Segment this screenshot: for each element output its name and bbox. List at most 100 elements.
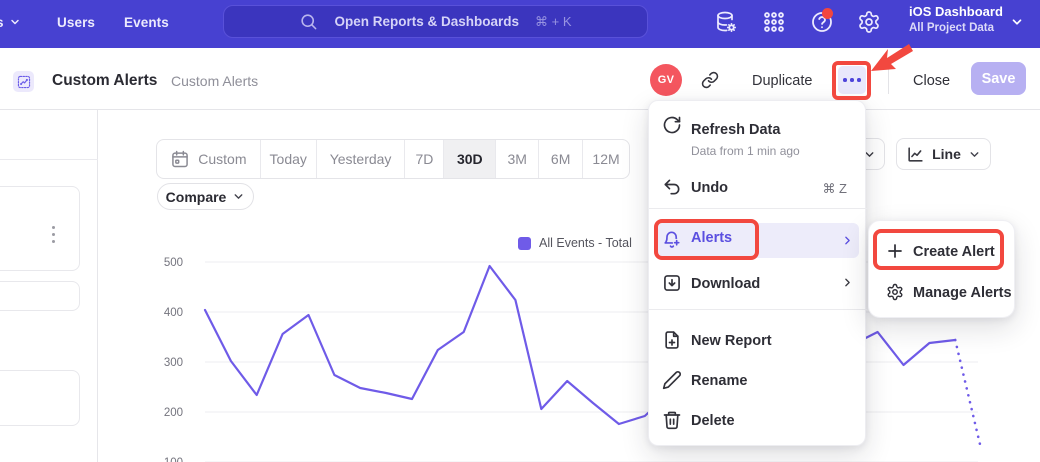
- top-navbar: s Users Events Open Reports & Dashboards…: [0, 0, 1040, 48]
- report-icon: [13, 71, 34, 92]
- download-icon: [662, 273, 682, 293]
- search-input[interactable]: Open Reports & Dashboards ⌘ + K: [223, 5, 648, 38]
- chevron-down-icon: [968, 148, 981, 161]
- date-range-control: Custom Today Yesterday 7D 30D 3M 6M 12M: [156, 139, 630, 179]
- close-button[interactable]: Close: [913, 73, 950, 89]
- compare-button[interactable]: Compare: [157, 183, 254, 210]
- nav-item-label: Users: [57, 15, 95, 30]
- submenu-item-create-alert[interactable]: Create Alert: [869, 237, 1016, 265]
- menu-item-refresh-data[interactable]: Refresh Data Data from 1 min ago: [649, 111, 867, 155]
- y-axis-tick-label: 500: [164, 257, 183, 269]
- sidebar-divider: [0, 159, 98, 160]
- kebab-menu-icon[interactable]: [52, 226, 55, 243]
- pencil-icon: [662, 370, 682, 390]
- date-range-6m[interactable]: 6M: [539, 140, 583, 178]
- y-axis-tick-label: 400: [164, 307, 183, 319]
- line-chart-icon: [906, 145, 925, 164]
- data-governance-icon[interactable]: [714, 10, 738, 34]
- menu-item-rename[interactable]: Rename: [649, 366, 867, 394]
- chart-legend: All Events - Total: [518, 236, 632, 250]
- settings-icon[interactable]: [857, 10, 881, 34]
- chevron-right-icon: [841, 276, 854, 289]
- project-scope: All Project Data: [909, 22, 1003, 35]
- notification-dot: [822, 8, 833, 19]
- date-range-today[interactable]: Today: [261, 140, 317, 178]
- menu-item-alerts[interactable]: Alerts: [649, 223, 867, 258]
- date-range-label: Today: [270, 151, 307, 167]
- nav-item-events[interactable]: Events: [124, 0, 169, 44]
- kebab-dot: [52, 233, 55, 236]
- chevron-right-icon: [841, 234, 854, 247]
- report-header: Custom Alerts Custom Alerts GV Duplicate…: [0, 48, 1040, 110]
- ellipsis-dot: [857, 78, 861, 82]
- date-range-label: 3M: [508, 151, 527, 167]
- date-range-custom[interactable]: Custom: [157, 140, 261, 178]
- page-title: Custom Alerts: [52, 72, 157, 90]
- nav-item-label: Events: [124, 15, 169, 30]
- nav-item-users[interactable]: Users: [57, 0, 95, 44]
- sidebar-card[interactable]: [0, 186, 80, 271]
- menu-divider: [649, 208, 867, 209]
- date-range-30d[interactable]: 30D: [444, 140, 496, 178]
- plus-icon: [886, 242, 904, 260]
- chart-type-label: Line: [932, 146, 961, 162]
- line-series-projection: [955, 340, 981, 449]
- chart-type-button[interactable]: Line: [896, 138, 991, 170]
- date-range-label: 6M: [551, 151, 570, 167]
- project-switcher[interactable]: iOS Dashboard All Project Data: [909, 4, 1003, 35]
- menu-item-undo[interactable]: Undo ⌘ Z: [649, 173, 867, 201]
- menu-item-new-report[interactable]: New Report: [649, 326, 867, 354]
- date-range-3m[interactable]: 3M: [496, 140, 539, 178]
- search-shortcut: ⌘ + K: [535, 14, 572, 30]
- sidebar: [0, 110, 98, 462]
- gear-icon: [886, 283, 904, 301]
- trash-icon: [662, 410, 682, 430]
- y-axis-tick-label: 100: [164, 457, 183, 462]
- save-button[interactable]: Save: [971, 62, 1026, 95]
- date-range-label: 30D: [457, 151, 483, 167]
- refresh-icon: [662, 115, 682, 135]
- sidebar-card[interactable]: [0, 281, 80, 311]
- file-plus-icon: [662, 330, 682, 350]
- chevron-down-icon: [232, 190, 245, 203]
- copy-link-icon[interactable]: [701, 71, 719, 89]
- y-axis-tick-label: 200: [164, 407, 183, 419]
- bell-plus-icon: [662, 230, 682, 250]
- ellipsis-dot: [843, 78, 847, 82]
- ellipsis-dot: [850, 78, 854, 82]
- legend-swatch: [518, 237, 531, 250]
- kebab-dot: [52, 240, 55, 243]
- legend-label: All Events - Total: [539, 236, 632, 250]
- chevron-down-icon[interactable]: [1010, 15, 1024, 29]
- date-range-label: Custom: [198, 151, 246, 167]
- insights-chart-icon: [17, 75, 31, 89]
- nav-item-partial[interactable]: s: [0, 0, 21, 44]
- kebab-dot: [52, 226, 55, 229]
- date-range-7d[interactable]: 7D: [405, 140, 444, 178]
- header-divider: [888, 66, 889, 94]
- y-axis-tick-label: 300: [164, 357, 183, 369]
- avatar[interactable]: GV: [650, 64, 682, 96]
- search-placeholder: Open Reports & Dashboards: [334, 14, 519, 29]
- save-label: Save: [982, 71, 1016, 87]
- sidebar-card[interactable]: [0, 370, 80, 426]
- apps-grid-icon[interactable]: [762, 10, 786, 34]
- menu-item-delete[interactable]: Delete: [649, 406, 867, 434]
- more-options-menu: Refresh Data Data from 1 min ago Undo ⌘ …: [648, 100, 866, 446]
- date-range-12m[interactable]: 12M: [583, 140, 629, 178]
- submenu-item-manage-alerts[interactable]: Manage Alerts: [869, 278, 1016, 306]
- undo-icon: [662, 177, 682, 197]
- date-range-label: Yesterday: [330, 151, 392, 167]
- duplicate-button[interactable]: Duplicate: [752, 73, 812, 89]
- date-range-label: 12M: [592, 151, 619, 167]
- calendar-icon: [170, 149, 190, 169]
- alerts-submenu: Create Alert Manage Alerts: [868, 220, 1015, 318]
- date-range-label: 7D: [415, 151, 433, 167]
- date-range-yesterday[interactable]: Yesterday: [317, 140, 406, 178]
- compare-label: Compare: [166, 189, 227, 205]
- project-name: iOS Dashboard: [909, 4, 1003, 19]
- menu-divider: [649, 309, 867, 310]
- more-options-button[interactable]: [838, 66, 866, 94]
- search-icon: [299, 12, 318, 31]
- menu-item-download[interactable]: Download: [649, 269, 867, 297]
